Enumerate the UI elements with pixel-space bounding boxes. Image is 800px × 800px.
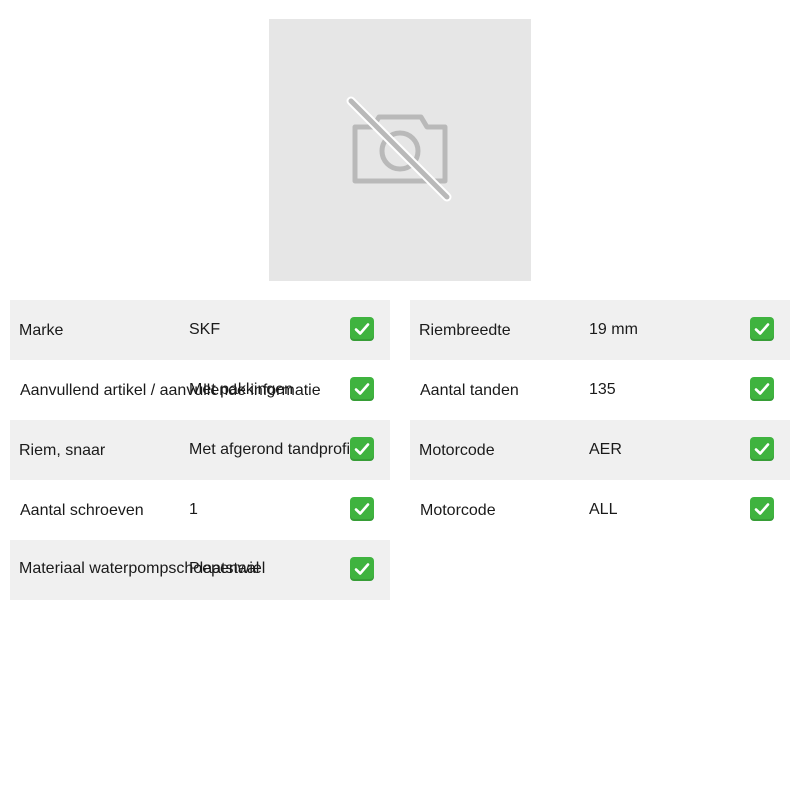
spec-value: SKF (189, 321, 221, 338)
check-icon (750, 497, 774, 521)
spec-label: Motorcode (420, 502, 496, 519)
spec-value: 19 mm (589, 321, 638, 338)
check-icon (750, 437, 774, 461)
check-icon (350, 497, 374, 521)
spec-table-left: Marke SKF Aanvullend artikel / aanvullen… (10, 300, 390, 600)
spec-row: Aantal tanden 135 (410, 360, 790, 420)
spec-value: 1 (189, 501, 198, 518)
spec-label: Riem, snaar (19, 442, 106, 459)
camera-off-icon (346, 96, 452, 202)
spec-row: Motorcode AER (410, 420, 790, 480)
spec-row: Riembreedte 19 mm (410, 300, 790, 360)
spec-value: AER (589, 441, 622, 458)
spec-row: Materiaal waterpompschoepenwiel Plaatsta… (10, 540, 390, 600)
spec-table-right: Riembreedte 19 mm Aantal tanden 135 Moto… (410, 300, 790, 540)
spec-value: Plaatstaal (189, 560, 260, 577)
check-icon (350, 317, 374, 341)
check-icon (750, 317, 774, 341)
spec-value: 135 (589, 381, 616, 398)
spec-label: Riembreedte (419, 322, 511, 339)
spec-row: Aanvullend artikel / aanvullende informa… (10, 360, 390, 420)
spec-label: Aantal schroeven (20, 502, 144, 519)
spec-label: Motorcode (419, 442, 495, 459)
spec-label: Marke (19, 322, 64, 339)
check-icon (350, 437, 374, 461)
spec-label: Aantal tanden (420, 382, 519, 399)
spec-row: Aantal schroeven 1 (10, 480, 390, 540)
spec-value: Met pakkingen (189, 381, 294, 398)
spec-row: Riem, snaar Met afgerond tandprofiel (10, 420, 390, 480)
spec-value: Met afgerond tandprofiel (189, 441, 363, 458)
product-image-placeholder (269, 19, 531, 281)
spec-row: Motorcode ALL (410, 480, 790, 540)
spec-value: ALL (589, 501, 618, 518)
check-icon (350, 377, 374, 401)
product-spec-page: Marke SKF Aanvullend artikel / aanvullen… (0, 0, 800, 800)
check-icon (350, 557, 374, 581)
check-icon (750, 377, 774, 401)
spec-row: Marke SKF (10, 300, 390, 360)
